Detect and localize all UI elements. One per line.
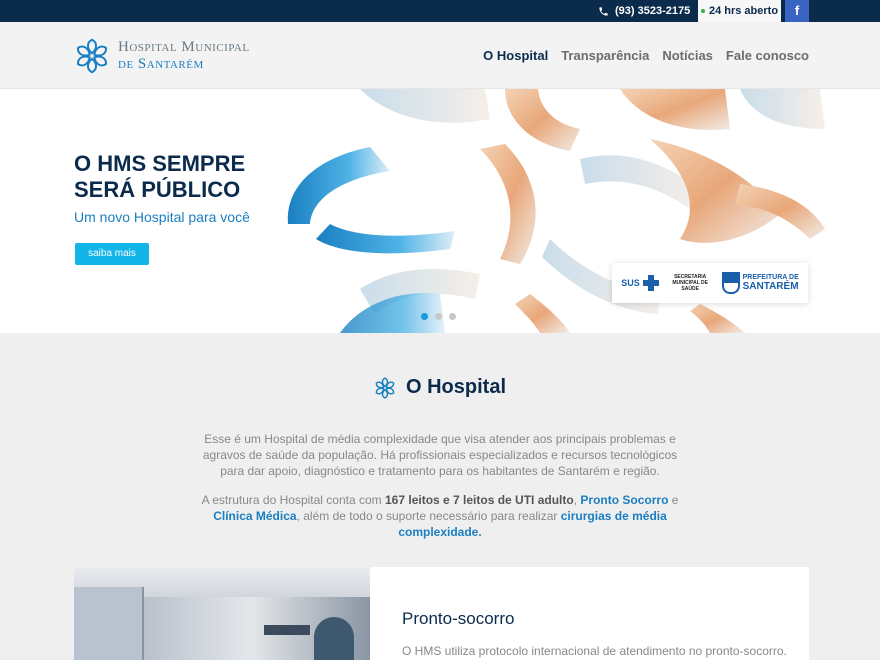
hospital-logo[interactable]: Hospital Municipal de Santarém bbox=[74, 38, 250, 74]
card-title: Pronto-socorro bbox=[402, 609, 515, 628]
nav-item-transparencia[interactable]: Transparência bbox=[561, 48, 649, 63]
phone-number: (93) 3523-2175 bbox=[615, 5, 691, 17]
hero-title: O HMS SEMPRE SERÁ PÚBLICO bbox=[74, 151, 246, 202]
prefeitura-line-2: SANTARÉM bbox=[742, 281, 799, 292]
hero-slider: O HMS SEMPRE SERÁ PÚBLICO Um novo Hospit… bbox=[0, 89, 880, 333]
slider-dot-1[interactable] bbox=[421, 313, 428, 320]
hospital-corridor-photo bbox=[74, 567, 370, 660]
hours-badge: 24 hrs aberto bbox=[698, 0, 781, 22]
flower-icon bbox=[375, 376, 395, 399]
pronto-socorro-card[interactable]: Pronto-socorro O HMS utiliza protocolo i… bbox=[74, 567, 809, 660]
main-nav: O Hospital Transparência Notícias Fale c… bbox=[483, 22, 809, 89]
about-paragraph-2: A estrutura do Hospital conta com 167 le… bbox=[200, 492, 680, 540]
partners-logos: SUS SECRETARIA MUNICIPAL DE SAÚDE PREFEI… bbox=[612, 263, 808, 303]
slider-dot-3[interactable] bbox=[449, 313, 456, 320]
sus-logo: SUS bbox=[621, 275, 659, 291]
phone-icon bbox=[599, 6, 608, 16]
top-bar: (93) 3523-2175 24 hrs aberto f bbox=[0, 0, 880, 22]
phone-contact[interactable]: (93) 3523-2175 bbox=[598, 0, 690, 22]
hours-label: 24 hrs aberto bbox=[708, 5, 779, 17]
city-seal-icon bbox=[721, 272, 740, 294]
p2-text-g: , além de todo o suporte necessário para… bbox=[296, 509, 561, 523]
clinica-medica-link[interactable]: Clínica Médica bbox=[213, 509, 296, 523]
about-heading: O Hospital bbox=[0, 376, 880, 399]
nav-item-o-hospital[interactable]: O Hospital bbox=[483, 48, 548, 63]
logo-line-2: de Santarém bbox=[118, 56, 204, 72]
saiba-mais-button[interactable]: saiba mais bbox=[75, 243, 149, 265]
facebook-icon[interactable]: f bbox=[785, 0, 809, 22]
pronto-socorro-link[interactable]: Pronto Socorro bbox=[580, 493, 668, 507]
site-header: Hospital Municipal de Santarém O Hospita… bbox=[0, 22, 880, 89]
slider-dot-2[interactable] bbox=[435, 313, 442, 320]
open-status-dot bbox=[700, 9, 705, 13]
hero-subtitle: Um novo Hospital para você bbox=[74, 209, 250, 225]
flower-logo-icon bbox=[76, 38, 108, 74]
cross-icon bbox=[642, 275, 659, 291]
nav-item-noticias[interactable]: Notícias bbox=[662, 48, 713, 63]
secretaria-logo: SECRETARIA MUNICIPAL DE SAÚDE bbox=[672, 274, 708, 292]
p2-text-a: A estrutura do Hospital conta com bbox=[201, 493, 385, 507]
about-paragraph-1: Esse é um Hospital de média complexidade… bbox=[202, 432, 678, 478]
about-title: O Hospital bbox=[405, 376, 506, 398]
sus-label: SUS bbox=[621, 278, 640, 288]
p2-text-e: e bbox=[668, 493, 679, 507]
card-text: O HMS utiliza protocolo internacional de… bbox=[402, 644, 787, 658]
slider-dots bbox=[421, 313, 456, 320]
logo-line-1: Hospital Municipal bbox=[118, 39, 250, 55]
p2-beds: 167 leitos e 7 leitos de UTI adulto bbox=[385, 493, 574, 507]
prefeitura-logo: PREFEITURA DE SANTARÉM bbox=[721, 272, 799, 294]
prefeitura-line-1: PREFEITURA DE bbox=[742, 274, 799, 281]
nav-item-fale-conosco[interactable]: Fale conosco bbox=[726, 48, 809, 63]
